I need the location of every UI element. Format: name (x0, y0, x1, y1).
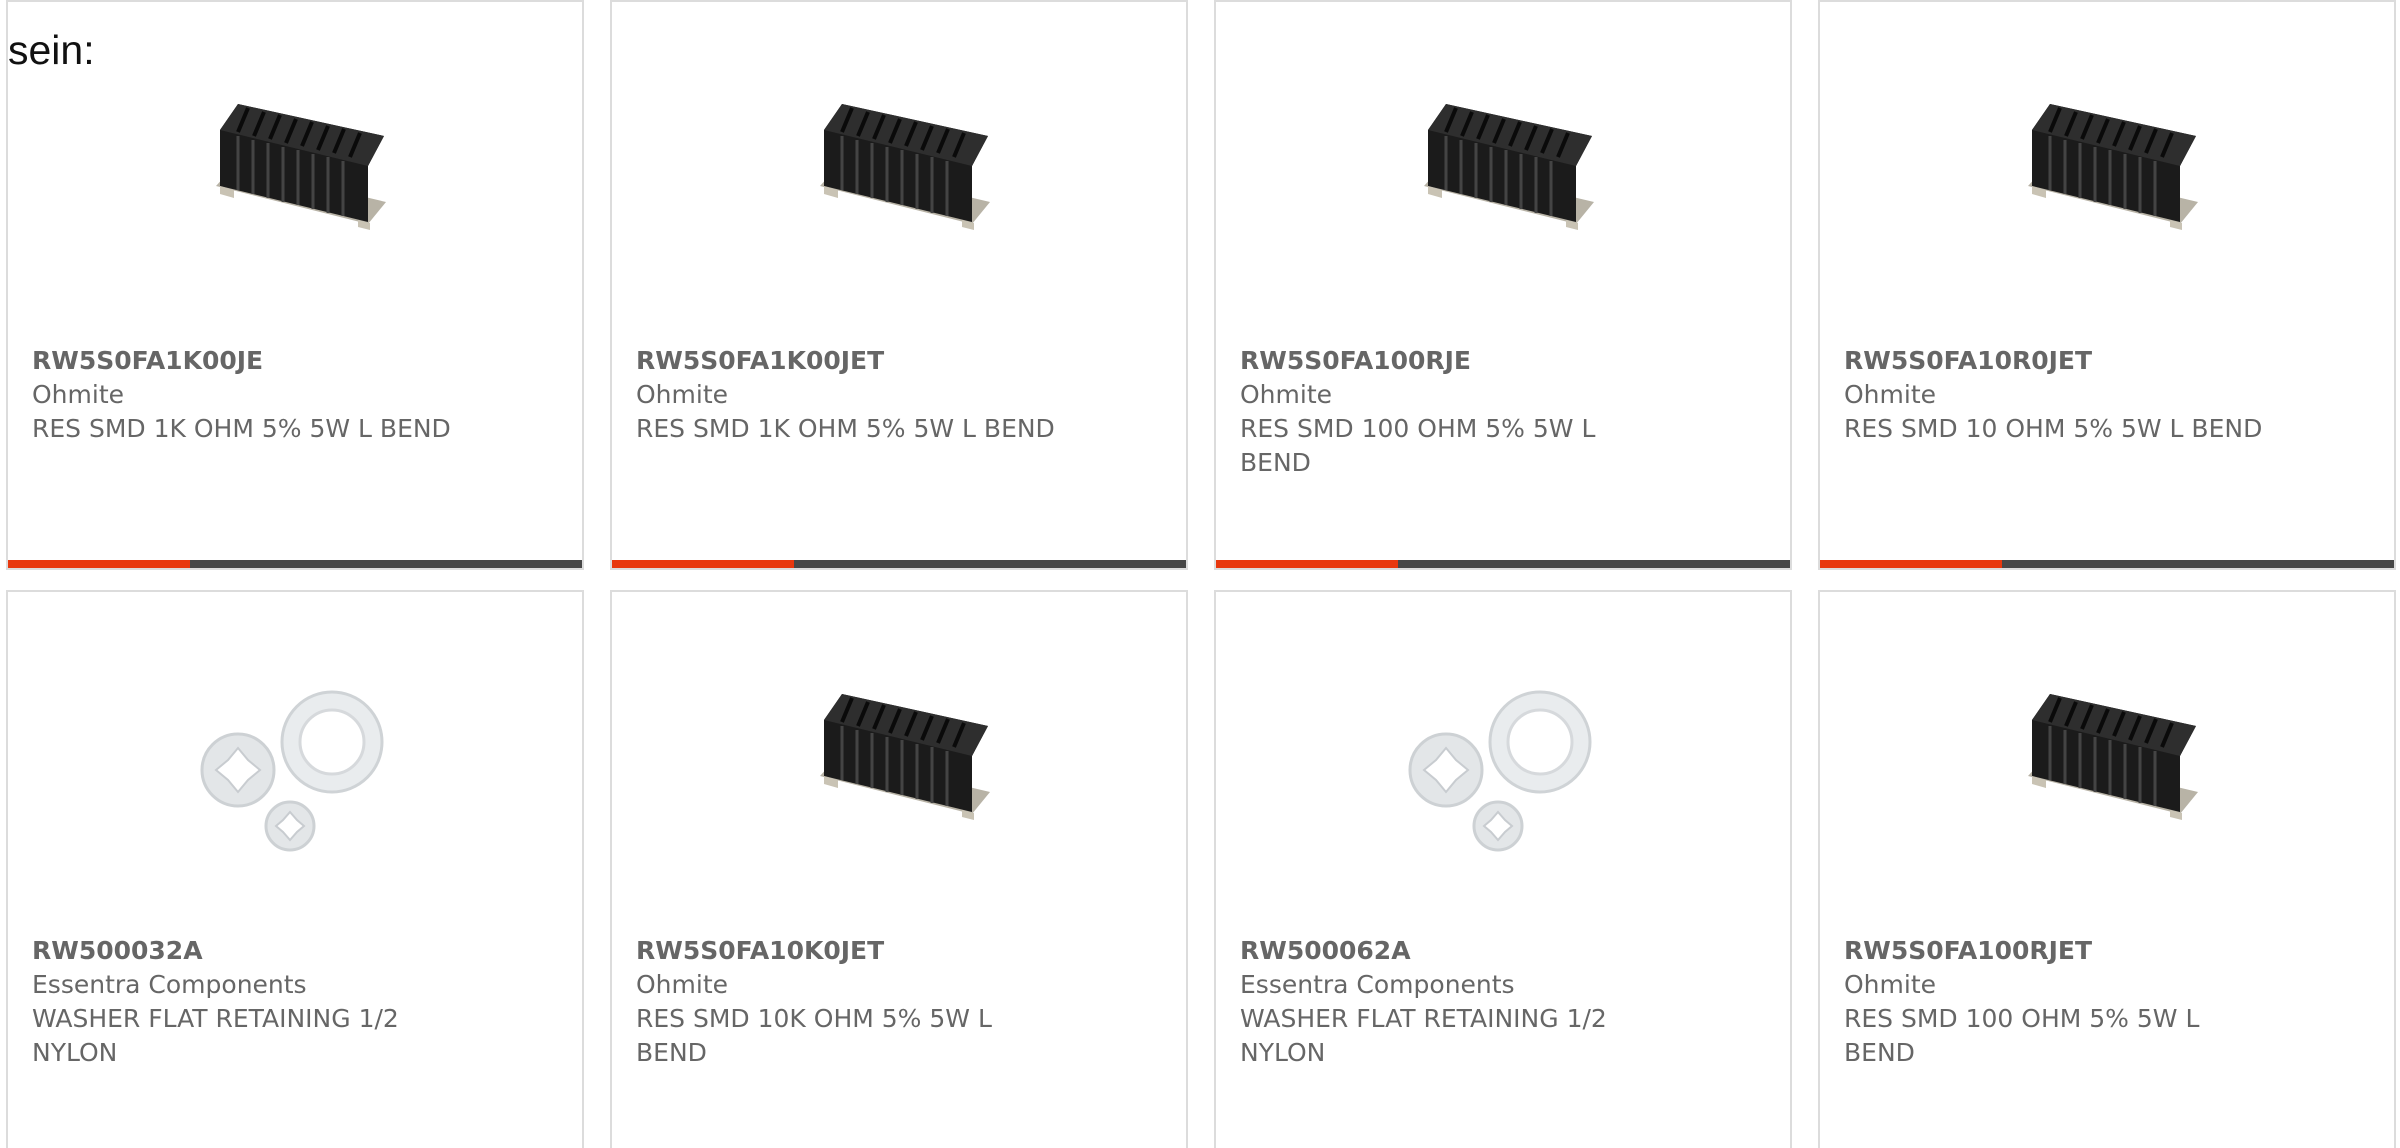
part-number-link[interactable]: RW5S0FA10R0JET (1844, 344, 2264, 378)
product-card[interactable]: RW5S0FA1K00JET Ohmite RES SMD 1K OHM 5% … (610, 0, 1188, 570)
product-card[interactable]: RW500032A Essentra Components WASHER FLA… (6, 590, 584, 1148)
card-footer-bar (612, 560, 1186, 568)
resistor-image[interactable] (1406, 74, 1606, 274)
product-grid-page: RW5S0FA1K00JE Ohmite RES SMD 1K OHM 5% 5… (0, 0, 2400, 1148)
part-number-link[interactable]: RW5S0FA1K00JE (32, 344, 452, 378)
product-info: RW5S0FA10R0JET Ohmite RES SMD 10 OHM 5% … (1844, 344, 2264, 446)
part-number-link[interactable]: RW500032A (32, 934, 452, 968)
card-accent-bar (1820, 560, 2002, 568)
product-info: RW5S0FA100RJET Ohmite RES SMD 100 OHM 5%… (1844, 934, 2264, 1070)
intro-text: sein: (8, 27, 95, 73)
washer-image[interactable] (198, 664, 398, 864)
card-footer-bar (1820, 560, 2394, 568)
product-card[interactable]: RW5S0FA10K0JET Ohmite RES SMD 10K OHM 5%… (610, 590, 1188, 1148)
card-footer-bar (1216, 560, 1790, 568)
product-card[interactable]: RW500062A Essentra Components WASHER FLA… (1214, 590, 1792, 1148)
product-description: RES SMD 10K OHM 5% 5W L BEND (636, 1004, 992, 1067)
product-description: RES SMD 10 OHM 5% 5W L BEND (1844, 414, 2263, 443)
manufacturer-name: Essentra Components (1240, 970, 1515, 999)
resistor-image[interactable] (198, 74, 398, 274)
card-accent-bar (1216, 560, 1398, 568)
manufacturer-name: Ohmite (1844, 970, 1937, 999)
product-info: RW500062A Essentra Components WASHER FLA… (1240, 934, 1660, 1070)
product-description: RES SMD 1K OHM 5% 5W L BEND (636, 414, 1055, 443)
product-info: RW5S0FA10K0JET Ohmite RES SMD 10K OHM 5%… (636, 934, 1056, 1070)
washer-image[interactable] (1406, 664, 1606, 864)
manufacturer-name: Ohmite (636, 380, 729, 409)
manufacturer-name: Ohmite (32, 380, 125, 409)
product-description: RES SMD 100 OHM 5% 5W L BEND (1844, 1004, 2200, 1067)
product-card[interactable]: RW5S0FA100RJE Ohmite RES SMD 100 OHM 5% … (1214, 0, 1792, 570)
part-number-link[interactable]: RW5S0FA100RJE (1240, 344, 1660, 378)
product-info: RW500032A Essentra Components WASHER FLA… (32, 934, 452, 1070)
manufacturer-name: Ohmite (1844, 380, 1937, 409)
resistor-image[interactable] (802, 664, 1002, 864)
part-number-link[interactable]: RW5S0FA10K0JET (636, 934, 1056, 968)
resistor-image[interactable] (2010, 664, 2210, 864)
product-info: RW5S0FA100RJE Ohmite RES SMD 100 OHM 5% … (1240, 344, 1660, 480)
product-card[interactable]: RW5S0FA100RJET Ohmite RES SMD 100 OHM 5%… (1818, 590, 2396, 1148)
product-info: RW5S0FA1K00JE Ohmite RES SMD 1K OHM 5% 5… (32, 344, 452, 446)
product-card[interactable]: RW5S0FA1K00JE Ohmite RES SMD 1K OHM 5% 5… (6, 0, 584, 570)
product-description: RES SMD 100 OHM 5% 5W L BEND (1240, 414, 1596, 477)
part-number-link[interactable]: RW5S0FA1K00JET (636, 344, 1056, 378)
card-accent-bar (612, 560, 794, 568)
part-number-link[interactable]: RW5S0FA100RJET (1844, 934, 2264, 968)
product-description: WASHER FLAT RETAINING 1/2 NYLON (32, 1004, 399, 1067)
manufacturer-name: Ohmite (1240, 380, 1333, 409)
product-info: RW5S0FA1K00JET Ohmite RES SMD 1K OHM 5% … (636, 344, 1056, 446)
resistor-image[interactable] (802, 74, 1002, 274)
product-card[interactable]: RW5S0FA10R0JET Ohmite RES SMD 10 OHM 5% … (1818, 0, 2396, 570)
card-accent-bar (8, 560, 190, 568)
manufacturer-name: Ohmite (636, 970, 729, 999)
resistor-image[interactable] (2010, 74, 2210, 274)
product-description: WASHER FLAT RETAINING 1/2 NYLON (1240, 1004, 1607, 1067)
part-number-link[interactable]: RW500062A (1240, 934, 1660, 968)
product-description: RES SMD 1K OHM 5% 5W L BEND (32, 414, 451, 443)
manufacturer-name: Essentra Components (32, 970, 307, 999)
card-footer-bar (8, 560, 582, 568)
